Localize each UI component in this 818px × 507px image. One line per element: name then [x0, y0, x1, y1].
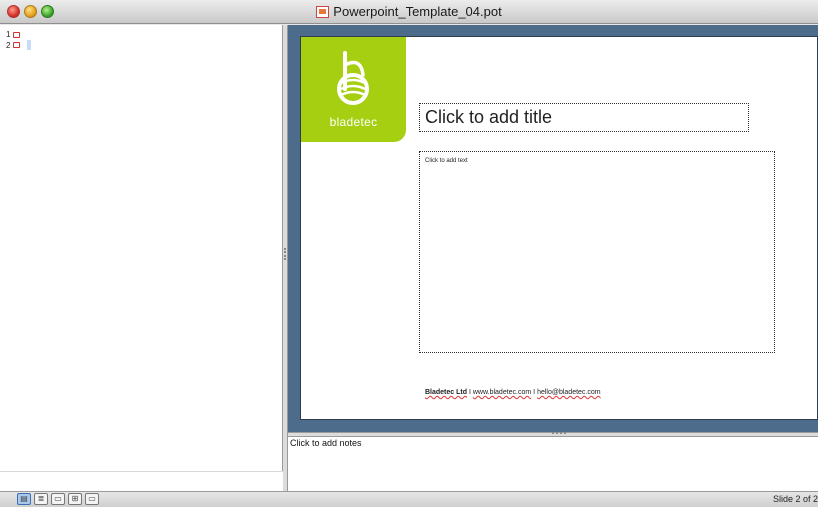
slide-count: Slide 2 of 2	[772, 494, 818, 504]
view-buttons: ▤ ≣ ▭ ⊞ ▭	[17, 493, 99, 505]
text-cursor	[27, 40, 32, 50]
outline-item-1[interactable]: 1	[6, 30, 21, 39]
outline-item-number: 2	[6, 40, 11, 50]
slideshow-icon[interactable]: ▭	[85, 493, 99, 505]
normal-view-icon[interactable]: ▤	[17, 493, 31, 505]
slide-icon	[13, 31, 21, 38]
slide-view-icon[interactable]: ▭	[51, 493, 65, 505]
body-placeholder[interactable]: Click to add text	[419, 151, 775, 353]
splitter-grip-icon[interactable]	[552, 432, 566, 434]
slide-icon	[13, 42, 21, 48]
bladetec-logo-mark-icon	[337, 51, 369, 105]
window-title-area: Powerpoint_Template_04.pot	[0, 4, 818, 19]
slide-footer: Bladetec Ltd I www.bladetec.com I hello@…	[425, 389, 601, 396]
footer-company: Bladetec Ltd	[425, 389, 468, 396]
outline-item-2[interactable]: 2	[6, 40, 32, 50]
title-placeholder[interactable]: Click to add title	[419, 103, 749, 132]
notes-pane[interactable]: Click to add notes	[288, 436, 818, 491]
splitter-grip-icon[interactable]	[284, 248, 286, 260]
window-titlebar: Powerpoint_Template_04.pot	[0, 0, 818, 24]
powerpoint-doc-icon	[316, 6, 330, 18]
notes-placeholder: Click to add notes	[290, 438, 362, 448]
slide-canvas[interactable]: bladetec Click to add title Click to add…	[300, 36, 818, 420]
outline-item-number: 1	[6, 30, 11, 39]
footer-email: hello@bladetec.com	[537, 389, 601, 396]
bladetec-logo: bladetec	[301, 37, 406, 142]
footer-website: www.bladetec.com	[472, 389, 532, 396]
window-title: Powerpoint_Template_04.pot	[333, 4, 502, 19]
logo-text: bladetec	[329, 115, 378, 129]
outline-view-icon[interactable]: ≣	[34, 493, 48, 505]
outline-pane[interactable]: 1 2	[0, 25, 283, 507]
status-bar: ▤ ≣ ▭ ⊞ ▭ Slide 2 of 2	[0, 491, 818, 507]
slide-sorter-icon[interactable]: ⊞	[68, 493, 82, 505]
